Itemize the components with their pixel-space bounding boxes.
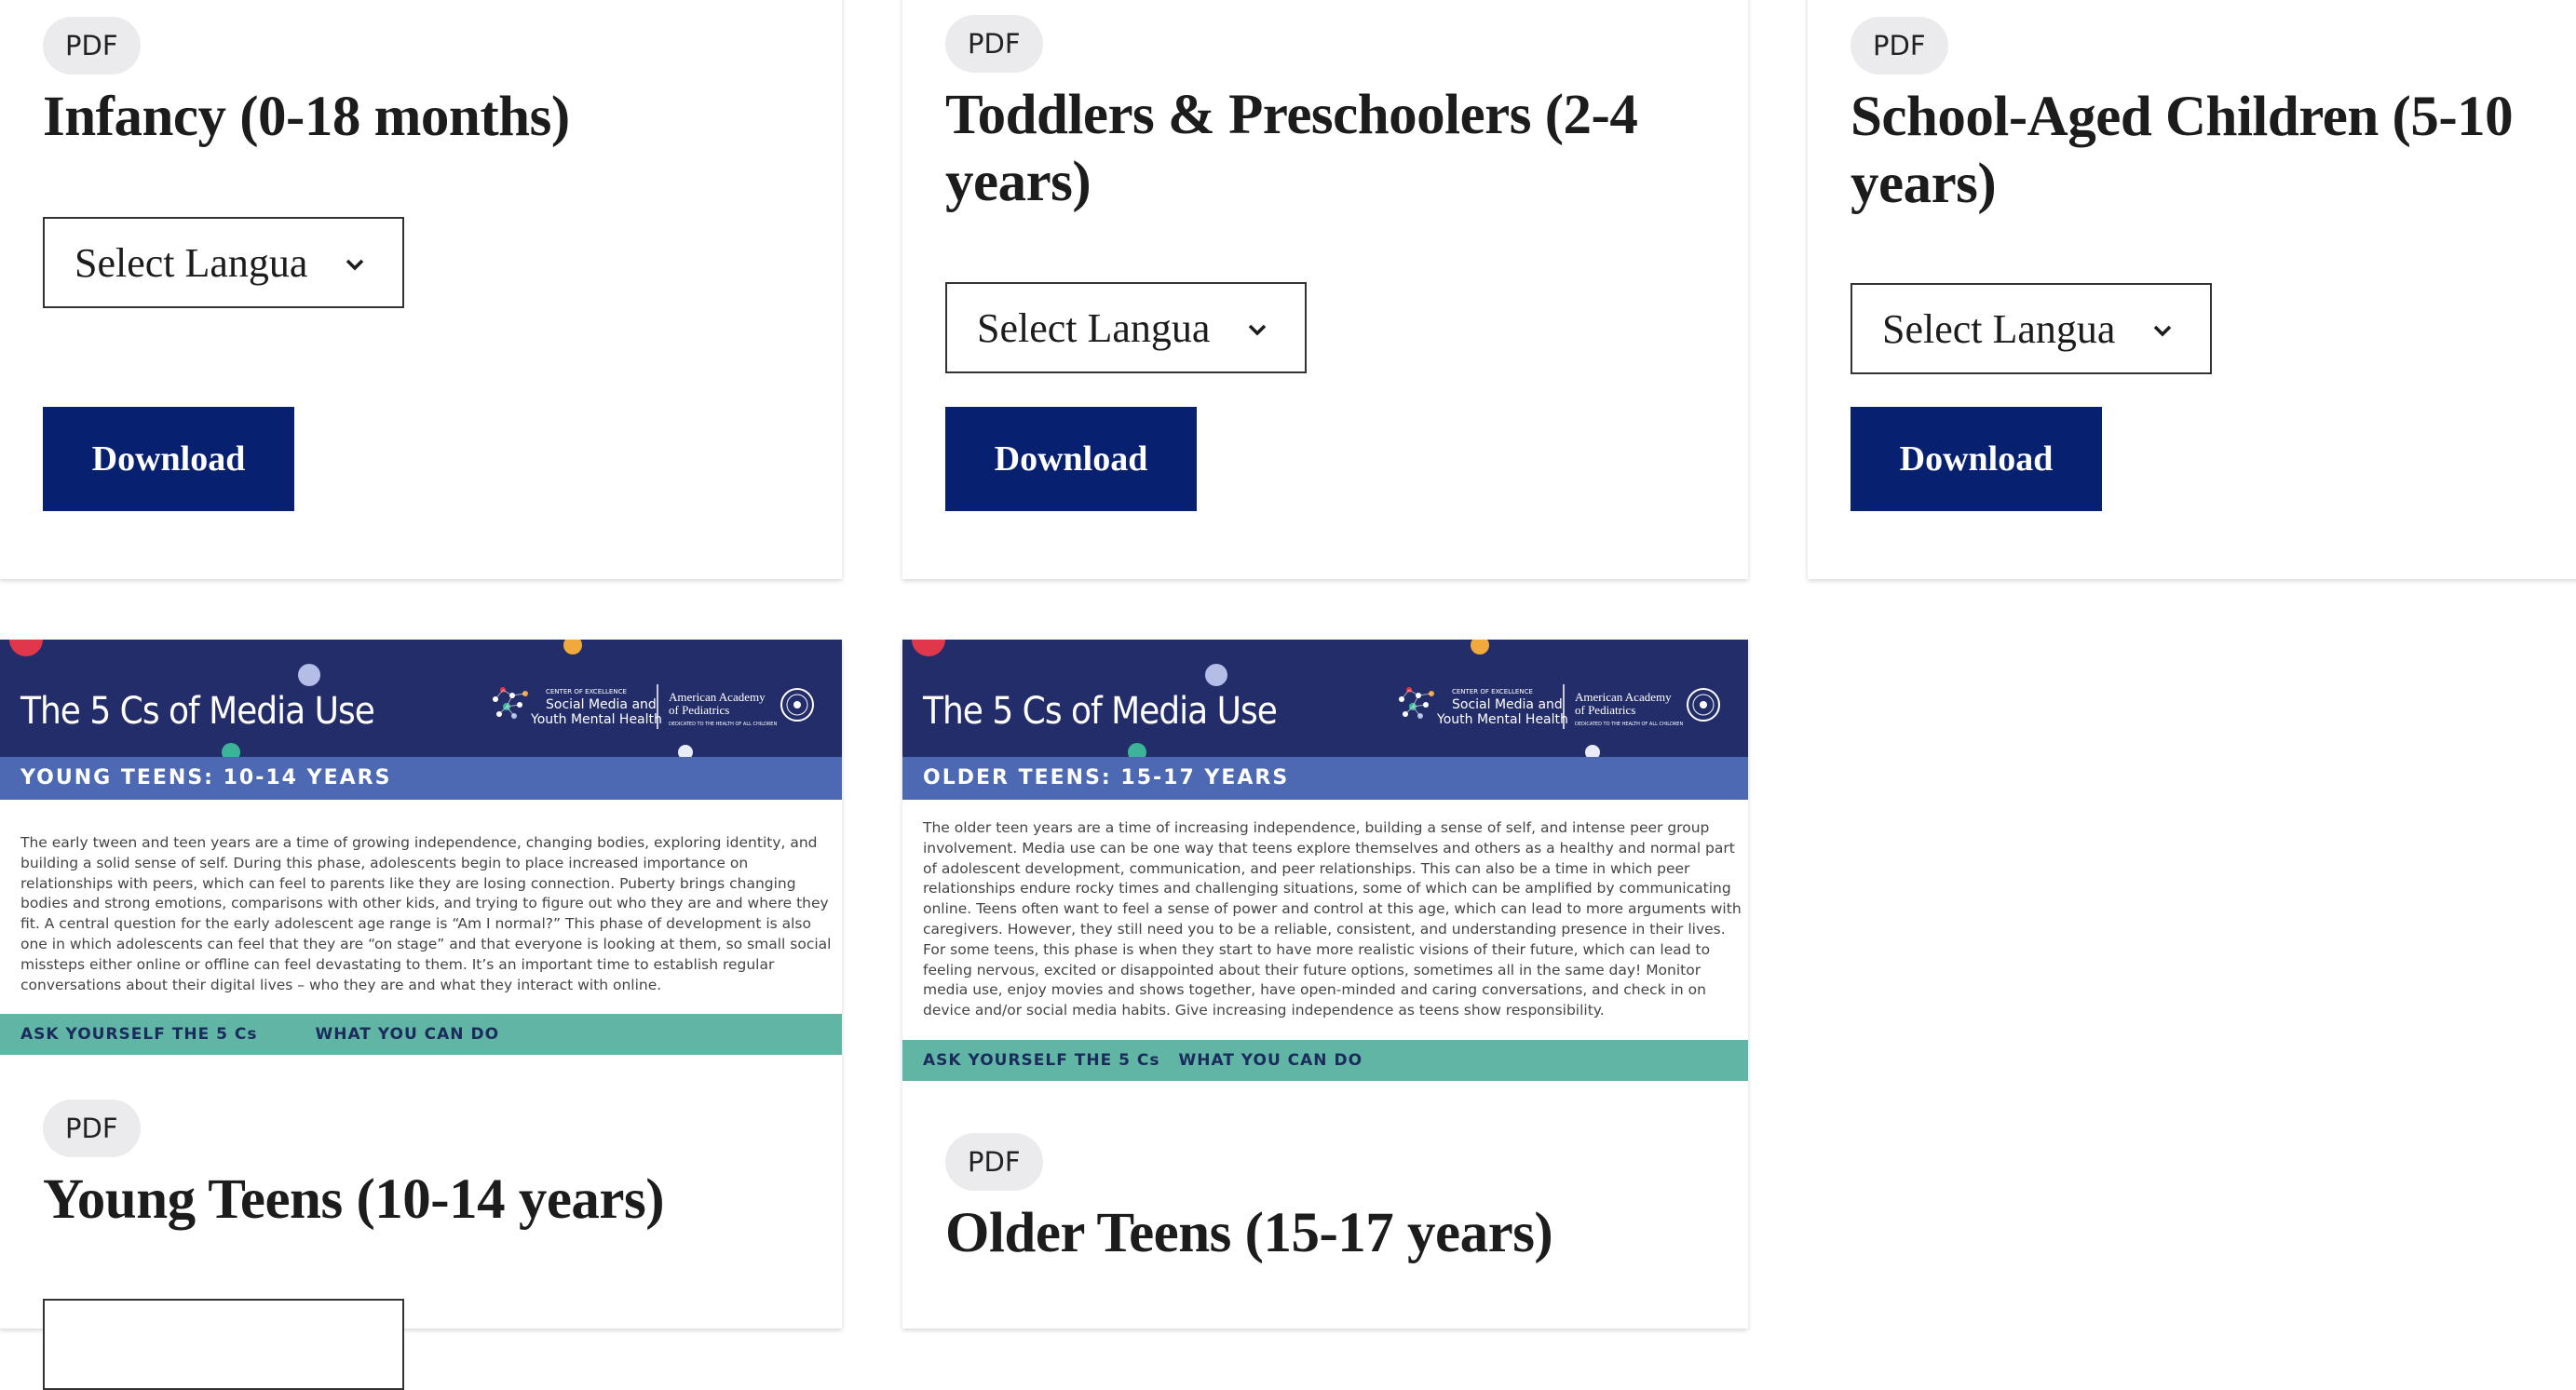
ask-yourself-label: ASK YOURSELF THE 5 Cs: [923, 1050, 1160, 1070]
logo-name-line2: Youth Mental Health: [530, 712, 662, 727]
logo-small-text: CENTER OF EXCELLENCE: [1452, 688, 1533, 695]
resource-card-young-teens: The 5 Cs of Media Use CENTER OF EXCELLEN…: [0, 640, 842, 1390]
network-logo-icon: CENTER OF EXCELLENCE Social Media and Yo…: [493, 684, 814, 729]
age-band: YOUNG TEENS: 10-14 YEARS: [0, 757, 842, 800]
decor-dot: [9, 640, 43, 656]
resource-card-toddlers: PDF Toddlers & Preschoolers (2-4 years) …: [902, 0, 1748, 579]
download-button[interactable]: Download: [945, 407, 1197, 511]
chevron-down-icon: [346, 259, 364, 271]
decor-dot: [1128, 743, 1146, 757]
what-you-can-do-label: WHAT YOU CAN DO: [315, 1025, 500, 1045]
resource-card-school-aged: PDF School-Aged Children (5-10 years) Se…: [1808, 0, 2576, 579]
aap-line1: American Academy: [669, 690, 766, 704]
aap-seal-icon: [780, 688, 814, 722]
language-select-value: Select Langua: [1882, 305, 2116, 352]
aap-seal-icon: [1687, 688, 1720, 722]
ask-yourself-label: ASK YOURSELF THE 5 Cs: [20, 1025, 258, 1045]
decor-dot: [222, 743, 240, 757]
decor-dot: [678, 745, 693, 757]
card-title: Young Teens (10-14 years): [43, 1168, 665, 1231]
card-title: Infancy (0-18 months): [43, 86, 570, 148]
what-you-can-do-label: WHAT YOU CAN DO: [1178, 1050, 1363, 1070]
language-select[interactable]: Select Langua: [43, 217, 404, 308]
language-select[interactable]: Select Langua: [1851, 283, 2212, 374]
aap-line1: American Academy: [1575, 690, 1672, 704]
card-title: Older Teens (15-17 years): [945, 1202, 1553, 1264]
network-logo-icon: CENTER OF EXCELLENCE Social Media and Yo…: [1399, 684, 1720, 729]
chevron-down-icon: [2153, 325, 2172, 337]
preview-section-bar: ASK YOURSELF THE 5 Cs WHAT YOU CAN DO: [902, 1039, 1748, 1081]
logo-small-text: CENTER OF EXCELLENCE: [546, 688, 627, 695]
decor-dot: [1205, 664, 1227, 686]
card-title: School-Aged Children (5-10 years): [1851, 86, 2514, 215]
decor-dot: [912, 640, 945, 656]
preview-title: The 5 Cs of Media Use: [20, 690, 375, 733]
preview-section-bar: ASK YOURSELF THE 5 Cs WHAT YOU CAN DO: [0, 1014, 842, 1056]
logo-name-line2: Youth Mental Health: [1436, 712, 1568, 727]
pdf-badge: PDF: [945, 1133, 1043, 1191]
logo-name-line1: Social Media and: [1452, 697, 1563, 712]
decor-dot: [1585, 745, 1600, 757]
download-button[interactable]: Download: [43, 407, 294, 511]
preview-title: The 5 Cs of Media Use: [923, 690, 1278, 733]
aap-tagline: DEDICATED TO THE HEALTH OF ALL CHILDREN: [1575, 722, 1683, 727]
resource-card-older-teens: The 5 Cs of Media Use CENTER OF EXCELLEN…: [902, 640, 1748, 1329]
aap-tagline: DEDICATED TO THE HEALTH OF ALL CHILDREN: [669, 722, 777, 727]
card-title: Toddlers & Preschoolers (2-4 years): [945, 84, 1638, 213]
preview-header: The 5 Cs of Media Use CENTER OF EXCELLEN…: [0, 640, 842, 757]
language-select-value: Select Langua: [75, 239, 308, 286]
aap-line2: of Pediatrics: [669, 703, 729, 717]
aap-line2: of Pediatrics: [1575, 703, 1635, 717]
pdf-badge: PDF: [945, 15, 1043, 73]
language-select[interactable]: [43, 1299, 404, 1390]
resource-card-infancy: PDF Infancy (0-18 months) Select Langua …: [0, 0, 842, 579]
preview-body-text: The early tween and teen years are a tim…: [20, 834, 832, 993]
language-select-value: Select Langua: [977, 304, 1211, 351]
decor-dot: [563, 640, 582, 655]
language-select[interactable]: Select Langua: [945, 282, 1307, 373]
age-band: OLDER TEENS: 15-17 YEARS: [902, 757, 1748, 800]
pdf-badge: PDF: [43, 1100, 141, 1157]
preview-header: The 5 Cs of Media Use CENTER OF EXCELLEN…: [902, 640, 1748, 757]
pdf-preview-thumbnail[interactable]: The 5 Cs of Media Use CENTER OF EXCELLEN…: [0, 640, 842, 1056]
preview-body-text: The older teen years are a time of incre…: [923, 819, 1742, 1019]
logo-name-line1: Social Media and: [546, 697, 657, 712]
decor-dot: [1471, 640, 1489, 655]
decor-dot: [298, 664, 320, 686]
pdf-preview-thumbnail[interactable]: The 5 Cs of Media Use CENTER OF EXCELLEN…: [902, 640, 1748, 1081]
chevron-down-icon: [1248, 324, 1267, 336]
pdf-badge: PDF: [43, 17, 141, 74]
download-button[interactable]: Download: [1851, 407, 2102, 511]
pdf-badge: PDF: [1851, 17, 1948, 74]
